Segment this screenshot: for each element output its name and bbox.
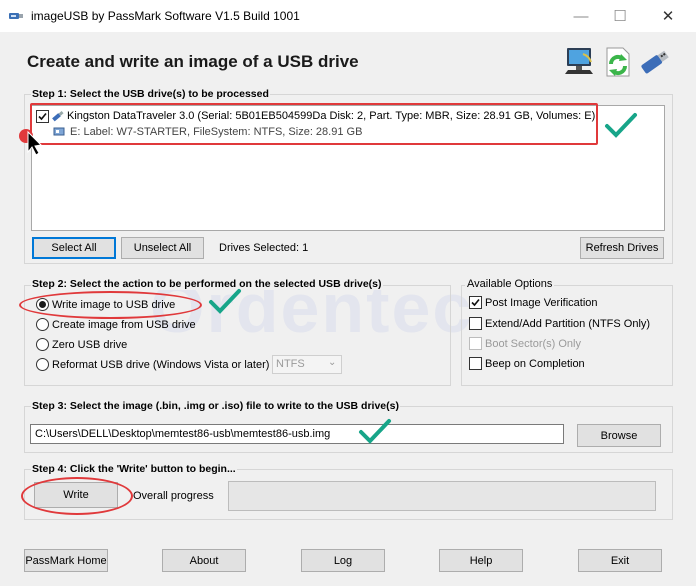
format-select[interactable]: NTFS ⌄ [272,355,342,374]
select-all-button[interactable]: Select All [32,237,116,259]
step2-label: Step 2: Select the action to be performe… [31,278,383,290]
refresh-arrows-icon [599,44,635,80]
create-image-label[interactable]: Create image from USB drive [52,319,196,331]
unselect-all-button[interactable]: Unselect All [121,237,204,259]
beep-label[interactable]: Beep on Completion [485,358,585,370]
boot-sector-label: Boot Sector(s) Only [485,338,581,350]
window-title: imageUSB by PassMark Software V1.5 Build… [31,9,300,23]
beep-checkbox[interactable] [469,357,482,370]
overall-progress-bar [228,481,656,511]
post-verify-checkbox[interactable] [469,296,482,309]
radio-reformat-drive[interactable] [36,358,49,371]
usb-app-icon [8,8,24,24]
browse-button[interactable]: Browse [577,424,661,447]
mouse-cursor-icon [18,126,43,156]
passmark-home-button[interactable]: PassMark Home [24,549,108,572]
format-select-value: NTFS [276,358,305,370]
help-button[interactable]: Help [439,549,523,572]
computer-icon [561,44,597,80]
page-title: Create and write an image of a USB drive [27,52,359,71]
highlight-ellipse [19,291,202,319]
zero-drive-label[interactable]: Zero USB drive [52,339,127,351]
image-path-input[interactable]: C:\Users\DELL\Desktop\memtest86-usb\memt… [30,424,564,444]
highlight-ellipse [21,477,133,515]
options-label: Available Options [465,278,555,290]
drives-selected-count: Drives Selected: 1 [219,242,309,254]
maximize-button[interactable]: ☐ [597,0,643,32]
green-checkmark-icon [604,112,638,140]
radio-zero-drive[interactable] [36,338,49,351]
progress-label: Overall progress [133,490,214,502]
extend-partition-checkbox[interactable] [469,317,482,330]
extend-partition-label[interactable]: Extend/Add Partition (NTFS Only) [485,318,650,330]
reformat-drive-label[interactable]: Reformat USB drive (Windows Vista or lat… [52,359,269,371]
step3-label: Step 3: Select the image (.bin, .img or … [31,400,400,412]
about-button[interactable]: About [162,549,246,572]
green-checkmark-icon [358,418,392,446]
radio-create-image[interactable] [36,318,49,331]
step1-label: Step 1: Select the USB drive(s) to be pr… [31,88,270,100]
step4-label: Step 4: Click the 'Write' button to begi… [31,463,237,475]
log-button[interactable]: Log [301,549,385,572]
chevron-down-icon: ⌄ [328,357,337,368]
post-verify-label[interactable]: Post Image Verification [485,297,598,309]
close-button[interactable]: ✕ [645,0,691,32]
exit-button[interactable]: Exit [578,549,662,572]
usb-stick-icon [637,44,673,80]
refresh-drives-button[interactable]: Refresh Drives [580,237,664,259]
boot-sector-checkbox [469,337,482,350]
highlight-box [30,103,598,145]
green-checkmark-icon [208,288,242,316]
